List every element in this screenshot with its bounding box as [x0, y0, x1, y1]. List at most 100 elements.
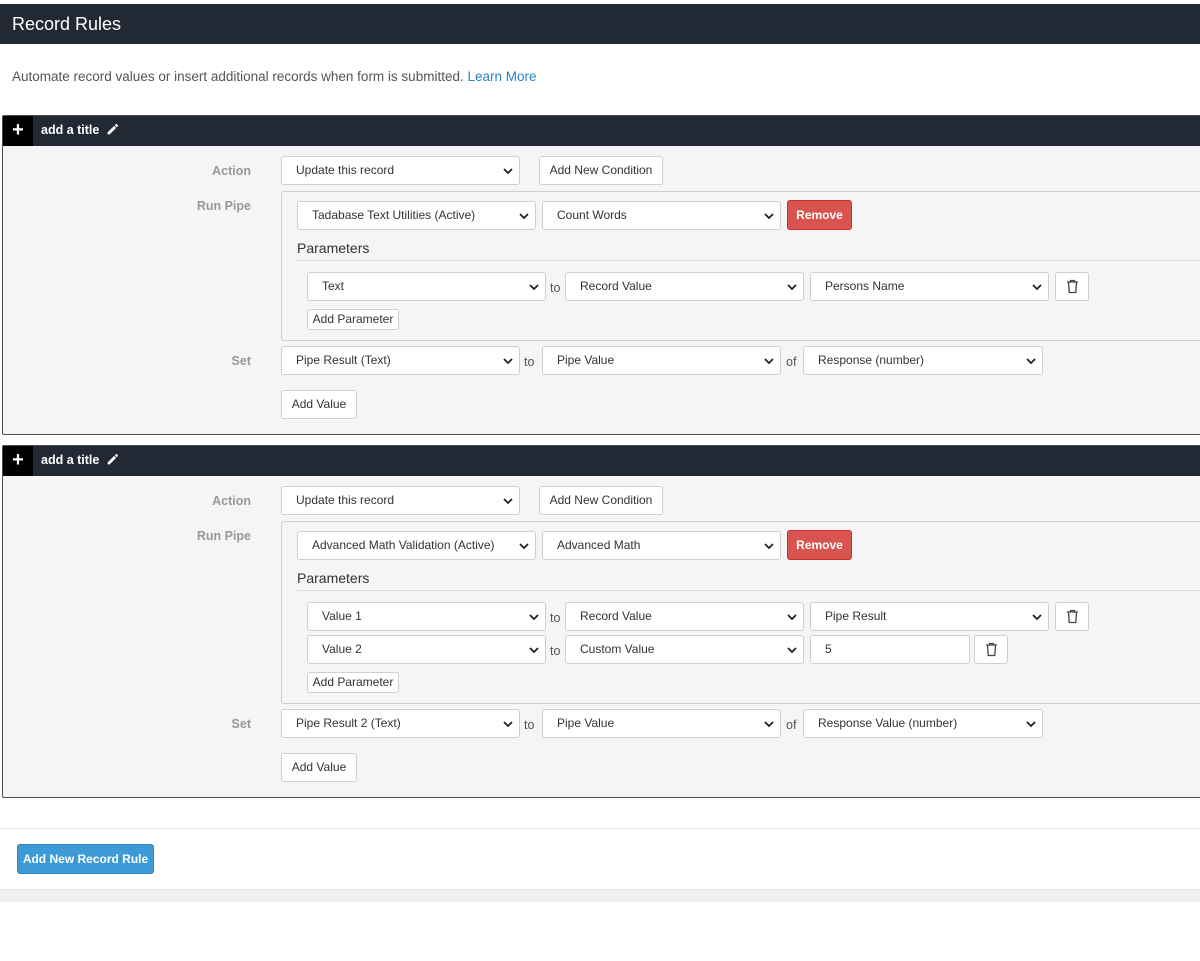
chevron-down-icon: [787, 284, 797, 291]
remove-pipe-button[interactable]: Remove: [787, 200, 852, 230]
of-label: of: [786, 355, 797, 369]
delete-parameter-button[interactable]: [974, 635, 1008, 664]
chevron-down-icon: [503, 358, 513, 365]
set-source-select[interactable]: Pipe Value: [542, 346, 781, 375]
add-new-condition-button[interactable]: Add New Condition: [539, 156, 663, 185]
record-rule-1: + add a title Action Update this record …: [2, 115, 1200, 435]
trash-icon: [1067, 609, 1078, 624]
set-target-value: Response Value (number): [818, 716, 958, 730]
delete-parameter-button[interactable]: [1055, 272, 1089, 301]
chevron-down-icon: [519, 543, 529, 550]
bottom-bar: [0, 889, 1200, 902]
rule-title-text: add a title: [41, 453, 100, 467]
chevron-down-icon: [519, 213, 529, 220]
action-select[interactable]: Update this record: [281, 156, 520, 185]
pipe-select-value: Tadabase Text Utilities (Active): [312, 208, 476, 222]
chevron-down-icon: [529, 647, 539, 654]
set-target-select[interactable]: Response (number): [803, 346, 1043, 375]
parameter-name-select[interactable]: Text: [307, 272, 546, 301]
chevron-down-icon: [529, 614, 539, 621]
add-value-button[interactable]: Add Value: [281, 753, 357, 782]
run-pipe-label: Run Pipe: [196, 199, 251, 213]
parameter-source-select[interactable]: Custom Value: [565, 635, 804, 664]
parameter-source-value: Record Value: [580, 609, 652, 623]
parameter-value-select[interactable]: Persons Name: [810, 272, 1049, 301]
run-pipe-box: Tadabase Text Utilities (Active) Count W…: [281, 191, 1200, 341]
pipe-function-value: Count Words: [557, 208, 627, 222]
set-field-select[interactable]: Pipe Result (Text): [281, 346, 520, 375]
parameter-name-select[interactable]: Value 2: [307, 635, 546, 664]
rule-header: + add a title: [3, 116, 1200, 146]
parameter-source-value: Record Value: [580, 279, 652, 293]
pipe-select-value: Advanced Math Validation (Active): [312, 538, 495, 552]
pipe-function-select[interactable]: Advanced Math: [542, 531, 781, 560]
chevron-down-icon: [1032, 614, 1042, 621]
chevron-down-icon: [764, 543, 774, 550]
page-title: Record Rules: [12, 14, 122, 34]
expand-rule-button[interactable]: +: [3, 116, 33, 146]
pipe-select[interactable]: Advanced Math Validation (Active): [297, 531, 536, 560]
add-parameter-button[interactable]: Add Parameter: [307, 672, 399, 693]
of-label: of: [786, 718, 797, 732]
to-label: to: [550, 644, 561, 658]
description-text: Automate record values or insert additio…: [12, 69, 464, 84]
parameters-heading: Parameters: [297, 570, 370, 586]
set-target-select[interactable]: Response Value (number): [803, 709, 1043, 738]
action-select[interactable]: Update this record: [281, 486, 520, 515]
chevron-down-icon: [1026, 721, 1036, 728]
to-label: to: [524, 355, 535, 369]
action-label: Action: [212, 164, 251, 178]
expand-rule-button[interactable]: +: [3, 446, 33, 476]
pipe-function-value: Advanced Math: [557, 538, 641, 552]
rule-header: + add a title: [3, 446, 1200, 476]
set-label: Set: [231, 354, 251, 368]
action-select-value: Update this record: [296, 493, 395, 507]
add-new-condition-button[interactable]: Add New Condition: [539, 486, 663, 515]
chevron-down-icon: [1032, 284, 1042, 291]
parameter-value-value: Persons Name: [825, 279, 905, 293]
set-target-value: Response (number): [818, 353, 925, 367]
pencil-icon: [107, 123, 118, 135]
parameter-source-select[interactable]: Record Value: [565, 602, 804, 631]
add-parameter-button[interactable]: Add Parameter: [307, 309, 399, 330]
pencil-icon: [107, 453, 118, 465]
pipe-function-select[interactable]: Count Words: [542, 201, 781, 230]
chevron-down-icon: [503, 721, 513, 728]
chevron-down-icon: [764, 213, 774, 220]
pipe-select[interactable]: Tadabase Text Utilities (Active): [297, 201, 536, 230]
parameters-heading: Parameters: [297, 240, 370, 256]
to-label: to: [550, 611, 561, 625]
parameter-name-value: Value 2: [322, 642, 362, 656]
page-description: Automate record values or insert additio…: [12, 69, 537, 84]
custom-value-text: 5: [825, 642, 832, 656]
parameter-name-select[interactable]: Value 1: [307, 602, 546, 631]
chevron-down-icon: [529, 284, 539, 291]
parameter-source-value: Custom Value: [580, 642, 655, 656]
parameter-value-value: Pipe Result: [825, 609, 887, 623]
custom-value-input[interactable]: 5: [810, 635, 970, 664]
parameter-value-select[interactable]: Pipe Result: [810, 602, 1049, 631]
page-header: Record Rules: [0, 4, 1200, 44]
rule-title[interactable]: add a title: [41, 123, 119, 137]
learn-more-link[interactable]: Learn More: [467, 69, 536, 84]
to-label: to: [550, 281, 561, 295]
trash-icon: [986, 642, 997, 657]
set-field-value: Pipe Result (Text): [296, 353, 391, 367]
parameter-source-select[interactable]: Record Value: [565, 272, 804, 301]
add-new-record-rule-button[interactable]: Add New Record Rule: [17, 844, 154, 874]
rule-title[interactable]: add a title: [41, 453, 119, 467]
chevron-down-icon: [503, 168, 513, 175]
run-pipe-label: Run Pipe: [196, 529, 251, 543]
footer-divider: [0, 828, 1200, 829]
add-value-button[interactable]: Add Value: [281, 390, 357, 419]
action-label: Action: [212, 494, 251, 508]
chevron-down-icon: [503, 498, 513, 505]
set-field-select[interactable]: Pipe Result 2 (Text): [281, 709, 520, 738]
chevron-down-icon: [764, 721, 774, 728]
set-source-select[interactable]: Pipe Value: [542, 709, 781, 738]
action-select-value: Update this record: [296, 163, 395, 177]
delete-parameter-button[interactable]: [1055, 602, 1089, 631]
remove-pipe-button[interactable]: Remove: [787, 530, 852, 560]
parameters-divider: [297, 260, 1200, 261]
parameters-divider: [297, 590, 1200, 591]
